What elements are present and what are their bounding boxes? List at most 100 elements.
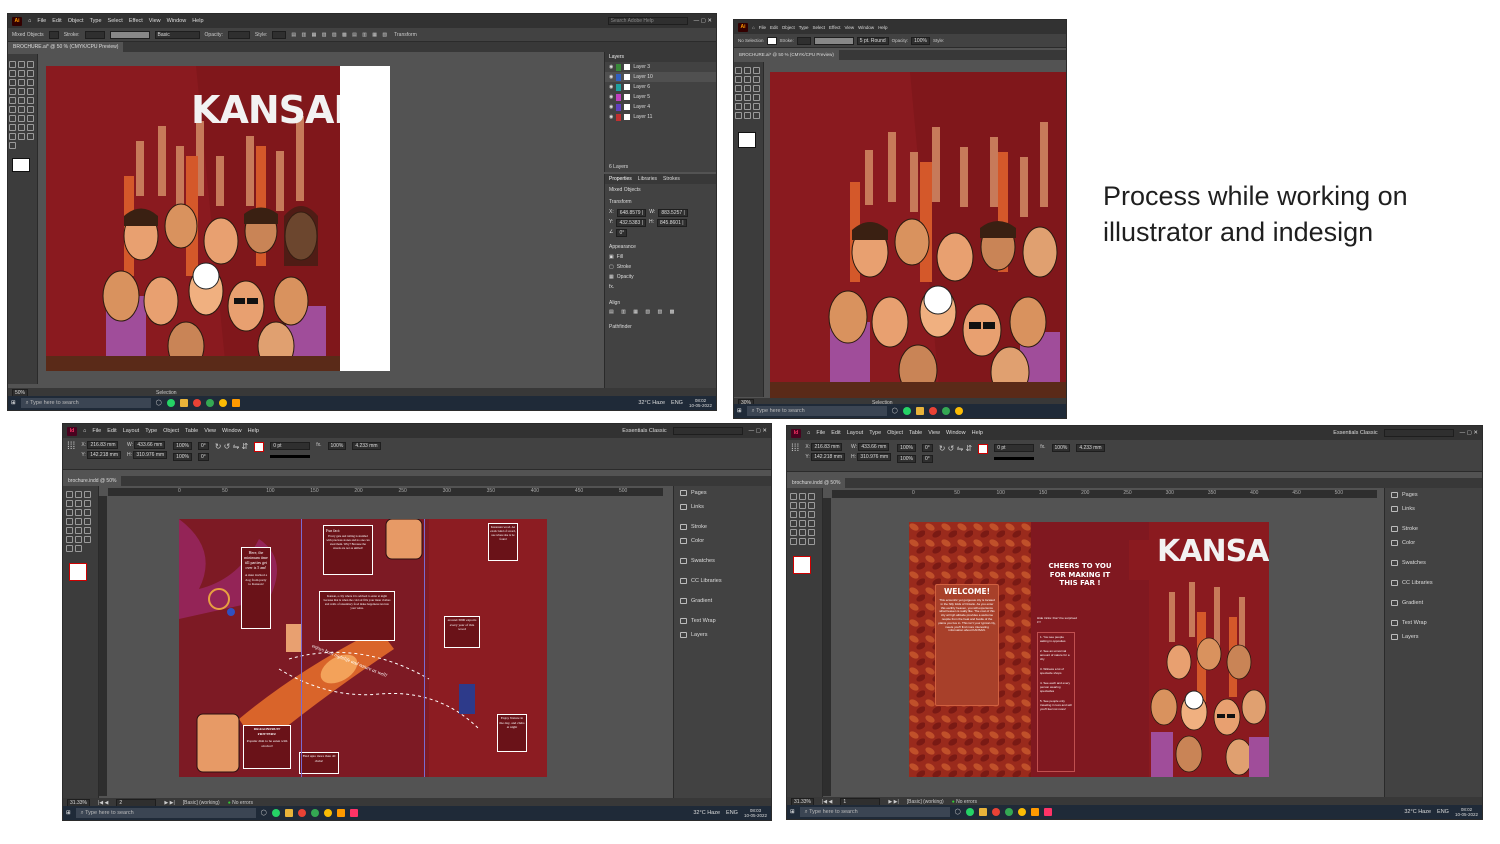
file-explorer-icon[interactable] (179, 399, 188, 407)
menu-help[interactable]: Help (878, 25, 887, 30)
menu-file[interactable]: File (92, 428, 101, 434)
illustrator-taskbar-icon[interactable] (336, 809, 345, 817)
panel-gradient[interactable]: Gradient (1385, 596, 1482, 610)
rotate-tool-icon[interactable] (9, 97, 16, 104)
props-h-input[interactable]: 845.8601 | (657, 219, 687, 227)
h-input[interactable]: 310.976 mm (133, 451, 168, 459)
fx-icon[interactable]: fx. (316, 442, 321, 448)
eyedropper-tool-icon[interactable] (790, 538, 797, 545)
panel-stroke[interactable]: Stroke (674, 520, 771, 534)
lang-text[interactable]: ENG (726, 810, 738, 816)
tab-libraries[interactable]: Libraries (638, 176, 657, 182)
panel-color[interactable]: Color (1385, 536, 1482, 550)
eyedropper-tool-icon[interactable] (27, 115, 34, 122)
chrome-icon[interactable] (954, 407, 963, 415)
fill-stroke-swatches[interactable] (738, 132, 756, 148)
gap-tool-icon[interactable] (66, 500, 73, 507)
artboard-tool-icon[interactable] (9, 133, 16, 140)
task-view-icon[interactable]: ◯ (261, 810, 267, 816)
chrome-icon[interactable] (991, 808, 1000, 816)
selection-tool-icon[interactable] (735, 67, 742, 74)
window-controls[interactable]: — ▢ ✕ (749, 428, 771, 434)
type-tool-icon[interactable] (66, 509, 73, 516)
tint-input[interactable]: 4.233 mm (1076, 444, 1105, 452)
menu-object[interactable]: Object (163, 428, 179, 434)
gradient-tool-icon[interactable] (790, 529, 797, 536)
gap-tool-icon[interactable] (790, 502, 797, 509)
chrome-icon[interactable] (323, 809, 332, 817)
fill-swatch[interactable] (766, 36, 777, 45)
file-explorer-icon[interactable] (284, 809, 293, 817)
shape-builder-tool-icon[interactable] (18, 106, 25, 113)
layer-row[interactable]: ◉ Layer 11 (605, 112, 716, 122)
workspace-switcher[interactable]: Essentials Classic (622, 428, 666, 434)
taskbar-search-input[interactable]: ⌕ Type here to search (20, 398, 151, 408)
brush-select[interactable]: 5 pt. Round (856, 36, 889, 45)
slice-tool-icon[interactable] (18, 133, 25, 140)
windows-start-icon[interactable]: ⊞ (11, 400, 16, 406)
indesign-taskbar-icon[interactable] (349, 809, 358, 817)
panel-layers[interactable]: Layers (674, 628, 771, 642)
paintbrush-tool-icon[interactable] (735, 94, 742, 101)
clock[interactable]: 08:03 10-05-2022 (744, 808, 767, 818)
fx-icon[interactable]: fx. (1040, 444, 1045, 450)
task-view-icon[interactable]: ◯ (892, 408, 898, 414)
menu-edit[interactable]: Edit (107, 428, 116, 434)
y-input[interactable]: 142.218 mm (87, 451, 121, 459)
chrome-icon[interactable] (297, 809, 306, 817)
lang-text[interactable]: ENG (1437, 809, 1449, 815)
curvature-tool-icon[interactable] (753, 76, 760, 83)
props-fx-button[interactable]: fx. (609, 284, 614, 290)
menu-help[interactable]: Help (192, 18, 203, 24)
weather-text[interactable]: 32°C Haze (693, 810, 720, 816)
content-placer-icon[interactable] (84, 500, 91, 507)
menu-object[interactable]: Object (887, 430, 903, 436)
panel-gradient[interactable]: Gradient (674, 594, 771, 608)
windows-start-icon[interactable]: ⊞ (66, 810, 71, 816)
clock[interactable]: 08:02 10-05-2022 (689, 398, 712, 408)
panel-stroke[interactable]: Stroke (1385, 522, 1482, 536)
dragonfruit-textbox[interactable]: DRAGONFRUIT FRITTERS! Popular dish to be… (243, 725, 291, 769)
windows-start-icon[interactable]: ⊞ (790, 809, 795, 815)
scale-tool-icon[interactable] (18, 97, 25, 104)
layer-row[interactable]: ◉ Layer 10 (605, 72, 716, 82)
selection-tool-icon[interactable] (66, 491, 73, 498)
pen-tool-icon[interactable] (790, 511, 797, 518)
reference-point-icon[interactable]: ⁞⁞⁞ (791, 444, 799, 454)
chrome-icon[interactable] (941, 407, 950, 415)
menu-help[interactable]: Help (972, 430, 983, 436)
menu-edit[interactable]: Edit (831, 430, 840, 436)
menu-type[interactable]: Type (799, 25, 809, 30)
pen-tool-icon[interactable] (744, 76, 751, 83)
blend-tool-icon[interactable] (9, 124, 16, 131)
scale-tool-icon[interactable] (753, 94, 760, 101)
whatsapp-icon[interactable] (965, 808, 974, 816)
home-icon[interactable]: ⌂ (28, 18, 31, 24)
variable-width-select[interactable] (109, 30, 150, 39)
shear-input[interactable]: 0° (197, 453, 209, 461)
menu-select[interactable]: Select (108, 18, 123, 24)
scissors-tool-icon[interactable] (66, 527, 73, 534)
whatsapp-icon[interactable] (166, 399, 175, 407)
h-input[interactable]: 310.976 mm (857, 453, 892, 461)
menu-object[interactable]: Object (68, 18, 84, 24)
panel-swatches[interactable]: Swatches (674, 554, 771, 568)
find-textbox[interactable]: Find upto more than 40 clubs! (299, 752, 339, 774)
gradient-feather-tool-icon[interactable] (799, 529, 806, 536)
transform-label[interactable]: Transform (394, 32, 417, 38)
eyedropper-tool-icon[interactable] (84, 536, 91, 543)
scale-y-input[interactable]: 100% (897, 455, 916, 463)
x-input[interactable]: 216.83 mm (811, 443, 843, 451)
zoom-tool-icon[interactable] (9, 142, 16, 149)
illustrator-taskbar-icon[interactable] (1030, 808, 1039, 816)
task-view-icon[interactable]: ◯ (955, 809, 961, 815)
rectangle-tool-icon[interactable] (790, 520, 797, 527)
rectangle-frame-tool-icon[interactable] (808, 511, 815, 518)
menu-layout[interactable]: Layout (123, 428, 140, 434)
help-search-input[interactable]: Search Adobe Help (607, 17, 688, 25)
line-tool-icon[interactable] (808, 502, 815, 509)
props-angle-input[interactable]: 0° (616, 229, 628, 237)
angle-input[interactable]: 0° (921, 444, 933, 452)
free-transform-tool-icon[interactable] (75, 527, 82, 534)
fill-stroke-swatches[interactable] (69, 563, 87, 581)
